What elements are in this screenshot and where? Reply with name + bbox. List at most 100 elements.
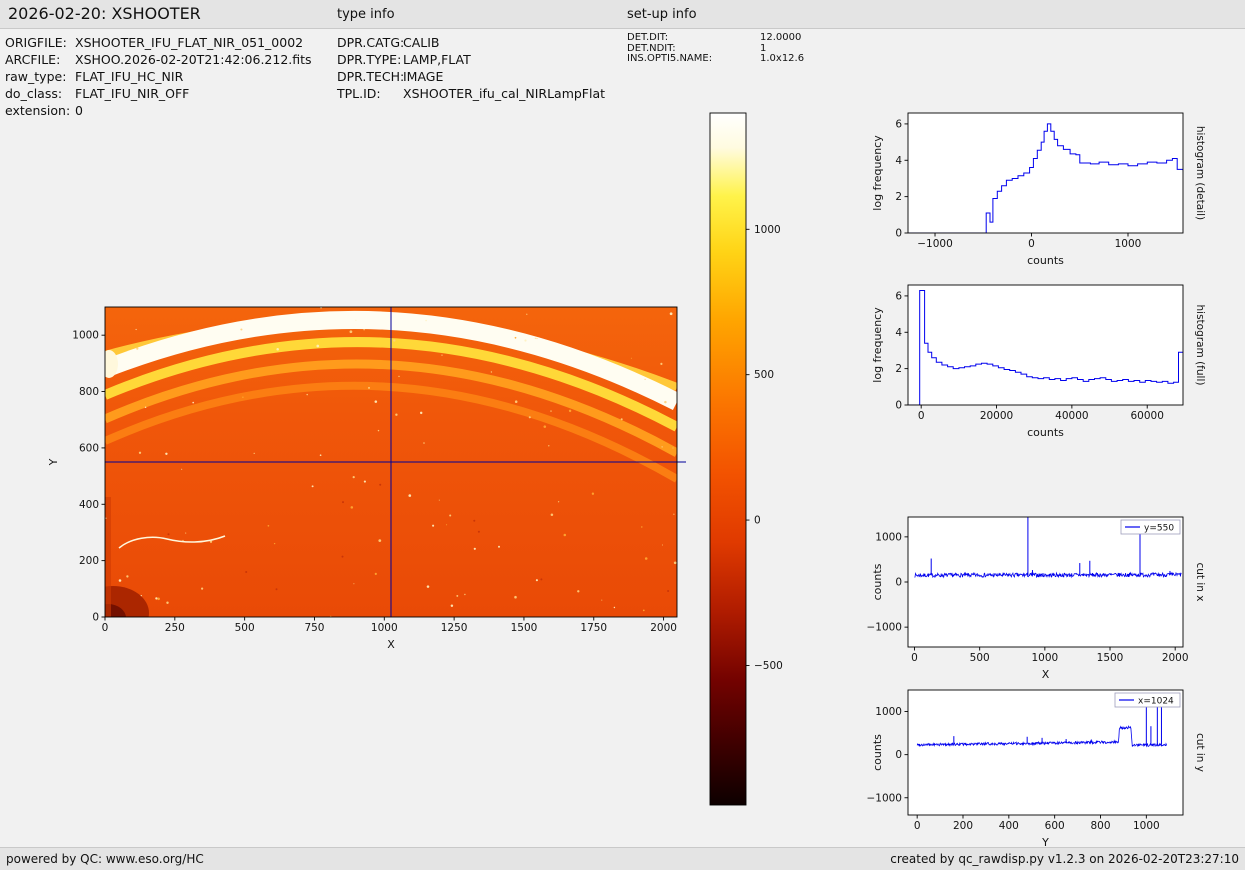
type-info-list: DPR.CATG: CALIB DPR.TYPE: LAMP,FLAT DPR.…: [337, 34, 605, 102]
info-row: DPR.CATG: CALIB: [337, 34, 605, 51]
info-value: CALIB: [403, 34, 440, 51]
info-row: DPR.TECH: IMAGE: [337, 68, 605, 85]
svg-text:1000: 1000: [875, 706, 902, 718]
svg-text:250: 250: [165, 622, 185, 634]
svg-text:500: 500: [235, 622, 255, 634]
info-value: FLAT_IFU_NIR_OFF: [75, 85, 189, 102]
svg-text:counts: counts: [1027, 254, 1064, 267]
info-value: 0: [75, 102, 83, 119]
info-row: raw_type: FLAT_IFU_HC_NIR: [5, 68, 312, 85]
info-row: extension: 0: [5, 102, 312, 119]
colorbar: 1000 500 0 −500: [700, 105, 795, 820]
svg-text:2000: 2000: [1162, 652, 1189, 664]
svg-text:histogram (detail): histogram (detail): [1194, 126, 1206, 220]
svg-text:0: 0: [918, 410, 925, 422]
svg-text:cut in x: cut in x: [1194, 562, 1206, 601]
svg-text:0: 0: [895, 577, 902, 589]
info-label: DPR.CATG:: [337, 34, 403, 51]
svg-text:400: 400: [79, 499, 99, 511]
info-label: DET.DIT:: [627, 33, 760, 44]
svg-text:1750: 1750: [580, 622, 607, 634]
svg-text:800: 800: [79, 386, 99, 398]
svg-text:0: 0: [895, 228, 902, 240]
cut-in-y-plot: 02004006008001000−100001000Ycountscut in…: [860, 677, 1240, 857]
svg-text:1000: 1000: [371, 622, 398, 634]
info-label: TPL.ID:: [337, 85, 403, 102]
svg-text:0: 0: [754, 515, 761, 527]
svg-text:6: 6: [895, 290, 902, 302]
svg-text:−1000: −1000: [866, 622, 902, 634]
svg-text:−500: −500: [754, 660, 783, 672]
info-row: ORIGFILE: XSHOOTER_IFU_FLAT_NIR_051_0002: [5, 34, 312, 51]
info-row: INS.OPTI5.NAME: 1.0x12.6: [627, 54, 804, 65]
detector-image-plot: 0250500750100012501500175020000200400600…: [45, 295, 693, 660]
footer-credit-left: powered by QC: www.eso.org/HC: [6, 848, 204, 870]
info-row: DPR.TYPE: LAMP,FLAT: [337, 51, 605, 68]
svg-text:counts: counts: [1027, 426, 1064, 439]
type-info-heading: type info: [337, 7, 395, 22]
svg-text:1500: 1500: [1097, 652, 1124, 664]
svg-text:x=1024: x=1024: [1138, 697, 1174, 707]
svg-text:1000: 1000: [72, 330, 99, 342]
info-label: ARCFILE:: [5, 51, 75, 68]
histogram-detail-plot: −1000010000246countslog frequencyhistogr…: [860, 100, 1240, 280]
svg-text:counts: counts: [871, 563, 884, 600]
svg-text:0: 0: [911, 652, 918, 664]
info-value: LAMP,FLAT: [403, 51, 471, 68]
info-value: XSHOOTER_ifu_cal_NIRLampFlat: [403, 85, 605, 102]
page-title: 2026-02-20: XSHOOTER: [8, 4, 201, 23]
svg-text:1250: 1250: [441, 622, 468, 634]
svg-text:−1000: −1000: [917, 238, 953, 250]
info-row: TPL.ID: XSHOOTER_ifu_cal_NIRLampFlat: [337, 85, 605, 102]
svg-text:2000: 2000: [650, 622, 677, 634]
info-label: DPR.TYPE:: [337, 51, 403, 68]
footer-credit-right: created by qc_rawdisp.py v1.2.3 on 2026-…: [890, 848, 1239, 870]
info-label: DPR.TECH:: [337, 68, 403, 85]
info-label: raw_type:: [5, 68, 75, 85]
svg-text:40000: 40000: [1055, 410, 1088, 422]
svg-text:log frequency: log frequency: [871, 307, 884, 383]
svg-text:1000: 1000: [1115, 238, 1142, 250]
svg-text:6: 6: [895, 118, 902, 130]
info-row: ARCFILE: XSHOO.2026-02-20T21:42:06.212.f…: [5, 51, 312, 68]
svg-text:0: 0: [914, 820, 921, 832]
file-info-list: ORIGFILE: XSHOOTER_IFU_FLAT_NIR_051_0002…: [5, 34, 312, 119]
setup-info-list: DET.DIT: 12.0000 DET.NDIT: 1 INS.OPTI5.N…: [627, 33, 804, 65]
svg-text:500: 500: [754, 369, 774, 381]
svg-text:0: 0: [895, 400, 902, 412]
svg-text:0: 0: [102, 622, 109, 634]
svg-text:0: 0: [92, 612, 99, 624]
svg-text:1000: 1000: [1133, 820, 1160, 832]
svg-text:20000: 20000: [980, 410, 1013, 422]
svg-text:600: 600: [79, 442, 99, 454]
svg-text:800: 800: [1090, 820, 1110, 832]
svg-text:400: 400: [999, 820, 1019, 832]
svg-text:600: 600: [1045, 820, 1065, 832]
svg-text:histogram (full): histogram (full): [1194, 305, 1206, 386]
info-value: XSHOO.2026-02-20T21:42:06.212.fits: [75, 51, 312, 68]
info-value: FLAT_IFU_HC_NIR: [75, 68, 183, 85]
svg-text:Y: Y: [47, 458, 60, 466]
svg-text:1000: 1000: [1031, 652, 1058, 664]
svg-text:1500: 1500: [511, 622, 538, 634]
svg-text:counts: counts: [871, 734, 884, 771]
histogram-full-plot: 02000040000600000246countslog frequencyh…: [860, 272, 1240, 452]
footer-bar: powered by QC: www.eso.org/HC created by…: [0, 847, 1245, 870]
header-bar: 2026-02-20: XSHOOTER type info set-up in…: [0, 0, 1245, 29]
info-row: DET.DIT: 12.0000: [627, 33, 804, 44]
svg-text:1000: 1000: [875, 531, 902, 543]
svg-text:750: 750: [304, 622, 324, 634]
svg-text:log frequency: log frequency: [871, 135, 884, 211]
info-label: extension:: [5, 102, 75, 119]
info-row: do_class: FLAT_IFU_NIR_OFF: [5, 85, 312, 102]
svg-text:cut in y: cut in y: [1194, 733, 1206, 772]
info-value: 12.0000: [760, 33, 801, 44]
cut-in-x-plot: 0500100015002000−100001000Xcountscut in …: [860, 504, 1240, 689]
info-value: IMAGE: [403, 68, 443, 85]
svg-text:1000: 1000: [754, 224, 781, 236]
svg-text:60000: 60000: [1131, 410, 1164, 422]
svg-text:4: 4: [895, 155, 902, 167]
svg-text:y=550: y=550: [1144, 524, 1174, 534]
svg-text:200: 200: [953, 820, 973, 832]
info-label: do_class:: [5, 85, 75, 102]
